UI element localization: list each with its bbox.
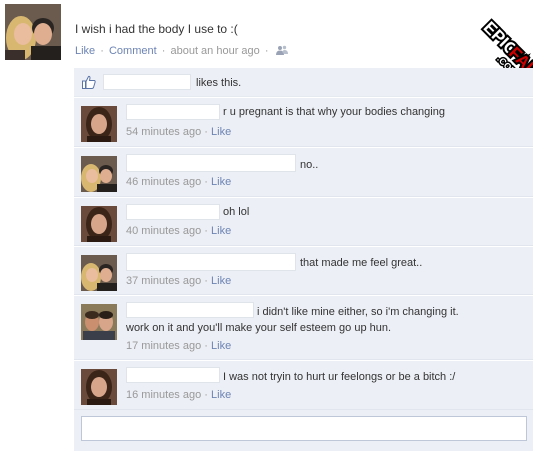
comment-item: no.. 46 minutes ago · Like (74, 147, 533, 197)
comment-meta: 54 minutes ago · Like (126, 126, 231, 138)
separator-dot: · (100, 45, 104, 57)
commenter-avatar[interactable] (81, 206, 117, 242)
comment-like-link[interactable]: Like (211, 275, 231, 287)
comment-timestamp[interactable]: 16 minutes ago (126, 389, 201, 401)
commenter-avatar[interactable] (81, 106, 117, 142)
likes-text: likes this. (196, 77, 242, 89)
comment-like-link[interactable]: Like (211, 225, 231, 237)
comment-timestamp[interactable]: 17 minutes ago (126, 340, 201, 352)
comment-meta: 17 minutes ago · Like (126, 340, 231, 352)
separator-dot: · (204, 126, 208, 138)
comment-text: r u pregnant is that why your bodies cha… (223, 106, 445, 118)
separator-dot: · (204, 176, 208, 188)
comment-meta: 37 minutes ago · Like (126, 275, 231, 287)
post-meta: Like · Comment · about an hour ago · (75, 45, 288, 57)
friends-icon[interactable] (275, 45, 288, 55)
comment-item: I was not tryin to hurt ur feelongs or b… (74, 360, 533, 410)
comment-timestamp[interactable]: 46 minutes ago (126, 176, 201, 188)
post-author-avatar[interactable] (5, 4, 61, 60)
separator-dot: · (264, 45, 269, 57)
comment-like-link[interactable]: Like (211, 176, 231, 188)
likes-row: likes this. (74, 68, 533, 97)
comment-item: oh lol 40 minutes ago · Like (74, 197, 533, 246)
redacted-name[interactable] (126, 302, 254, 318)
redacted-name[interactable] (126, 154, 296, 172)
redacted-name[interactable] (126, 253, 296, 271)
comment-item: i didn't like mine either, so i'm changi… (74, 295, 533, 360)
commenter-avatar[interactable] (81, 369, 117, 405)
redacted-name[interactable] (126, 367, 220, 383)
comment-text: I was not tryin to hurt ur feelongs or b… (223, 371, 456, 383)
redacted-name[interactable] (126, 204, 220, 220)
comment-timestamp[interactable]: 40 minutes ago (126, 225, 201, 237)
separator-dot: · (204, 275, 208, 287)
comments-section: likes this. r u pregnant is that why you… (74, 68, 533, 451)
comment-timestamp[interactable]: 54 minutes ago (126, 126, 201, 138)
comment-text: no.. (300, 159, 319, 171)
comment-text: oh lol (223, 206, 250, 218)
comment-meta: 40 minutes ago · Like (126, 225, 231, 237)
thumbs-up-icon (82, 75, 96, 89)
post-comment-link[interactable]: Comment (109, 45, 157, 57)
separator-dot: · (204, 340, 208, 352)
comment-like-link[interactable]: Like (211, 389, 231, 401)
comment-text: i didn't like mine either, so i'm changi… (257, 306, 459, 318)
redacted-name[interactable] (103, 74, 191, 90)
comment-text-line2: work on it and you'll make your self est… (126, 322, 392, 334)
commenter-avatar[interactable] (81, 304, 117, 340)
comment-meta: 46 minutes ago · Like (126, 176, 231, 188)
separator-dot: · (204, 225, 208, 237)
comment-item: that made me feel great.. 37 minutes ago… (74, 246, 533, 295)
comment-meta: 16 minutes ago · Like (126, 389, 231, 401)
redacted-name[interactable] (126, 104, 220, 120)
comment-timestamp[interactable]: 37 minutes ago (126, 275, 201, 287)
comment-item: r u pregnant is that why your bodies cha… (74, 97, 533, 147)
separator-dot: · (204, 389, 208, 401)
separator-dot: · (161, 45, 166, 57)
write-comment-input[interactable] (81, 416, 527, 441)
post-message: I wish i had the body I use to :( (75, 22, 238, 36)
comment-like-link[interactable]: Like (211, 126, 231, 138)
post-timestamp[interactable]: about an hour ago (170, 45, 259, 57)
commenter-avatar[interactable] (81, 156, 117, 192)
commenter-avatar[interactable] (81, 255, 117, 291)
post-like-link[interactable]: Like (75, 45, 95, 57)
comment-like-link[interactable]: Like (211, 340, 231, 352)
comment-text: that made me feel great.. (300, 257, 423, 269)
